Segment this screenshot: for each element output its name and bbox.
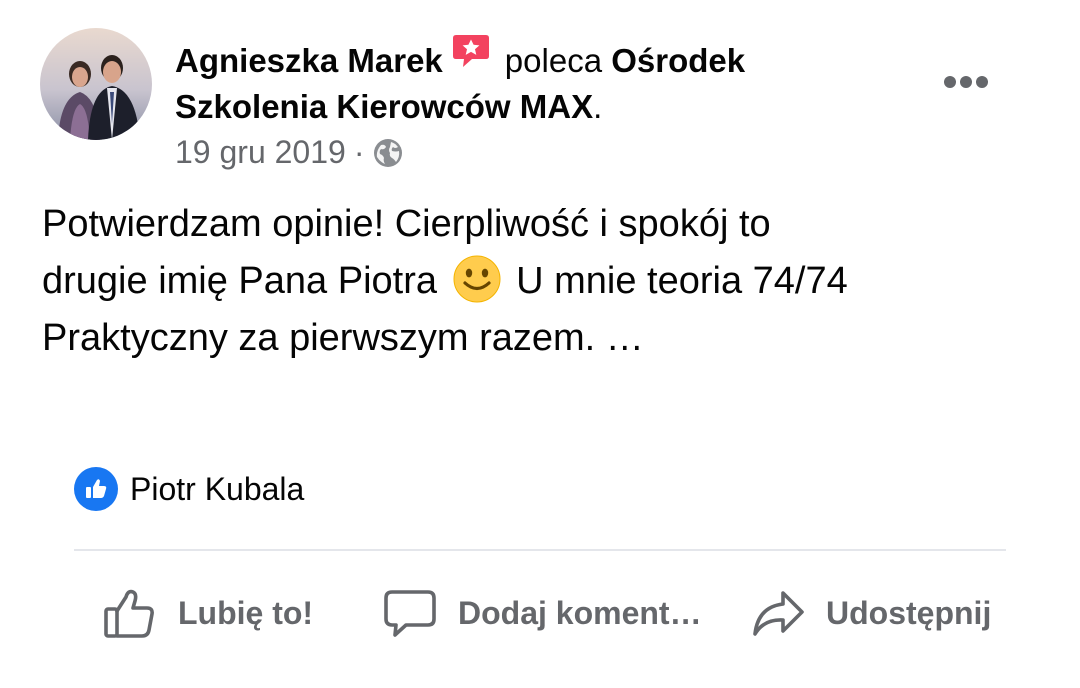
like-label: Lubię to! [178, 594, 314, 631]
like-reaction-icon [74, 467, 118, 511]
reactions-summary[interactable]: Piotr Kubala [74, 466, 304, 512]
comment-button[interactable]: Dodaj koment… [382, 580, 702, 646]
more-dot-2 [960, 76, 972, 88]
more-dot-1 [944, 76, 956, 88]
more-options-button[interactable] [938, 62, 994, 102]
author-avatar[interactable] [40, 28, 152, 140]
recommends-word: poleca [504, 42, 603, 79]
post-meta: 19 gru 2019 · [175, 130, 404, 174]
action-bar: Lubię to! Dodaj koment… Udostępnij [74, 580, 1006, 646]
share-arrow-icon [753, 591, 804, 636]
reactor-name: Piotr Kubala [130, 470, 305, 507]
body-line-2-before: drugie imię Pana Piotra [42, 260, 437, 302]
avatar-photo [40, 28, 152, 140]
recommendation-post: Agnieszka Marek poleca Ośrodek Szkolenia… [0, 0, 1080, 688]
thumbs-up-icon [104, 589, 154, 638]
body-line-1: Potwierdzam opinie! Cierpliwość i spokój… [42, 203, 771, 245]
comment-bubble-icon [384, 590, 436, 637]
recommend-star-icon [451, 32, 491, 72]
comment-label: Dodaj koment… [458, 594, 702, 631]
share-label: Udostępnij [826, 594, 992, 631]
body-line-2-after: U mnie teoria 74/74 [516, 260, 848, 302]
share-button[interactable]: Udostępnij [750, 580, 991, 646]
page-name-line1[interactable]: Ośrodek [611, 42, 745, 79]
body-line-2: drugie imię Pana Piotra U mnie teoria 74… [42, 253, 1042, 310]
like-button[interactable]: Lubię to! [102, 580, 313, 646]
smiling-face-emoji-icon [452, 254, 502, 304]
header-period: . [593, 88, 603, 125]
header-line-1: Agnieszka Marek poleca Ośrodek [175, 35, 875, 84]
meta-separator: · [353, 134, 365, 170]
post-header: Agnieszka Marek poleca Ośrodek Szkolenia… [175, 35, 875, 130]
more-dot-3 [976, 76, 988, 88]
post-body: Potwierdzam opinie! Cierpliwość i spokój… [42, 196, 1042, 367]
divider [74, 549, 1006, 551]
page-name-line2[interactable]: Szkolenia Kierowców MAX [175, 88, 593, 125]
header-line-2: Szkolenia Kierowców MAX. [175, 84, 875, 130]
body-line-3[interactable]: Praktyczny za pierwszym razem. … [42, 310, 1042, 367]
author-name[interactable]: Agnieszka Marek [175, 42, 443, 79]
globe-icon[interactable] [372, 136, 404, 168]
post-date[interactable]: 19 gru 2019 [175, 134, 346, 170]
